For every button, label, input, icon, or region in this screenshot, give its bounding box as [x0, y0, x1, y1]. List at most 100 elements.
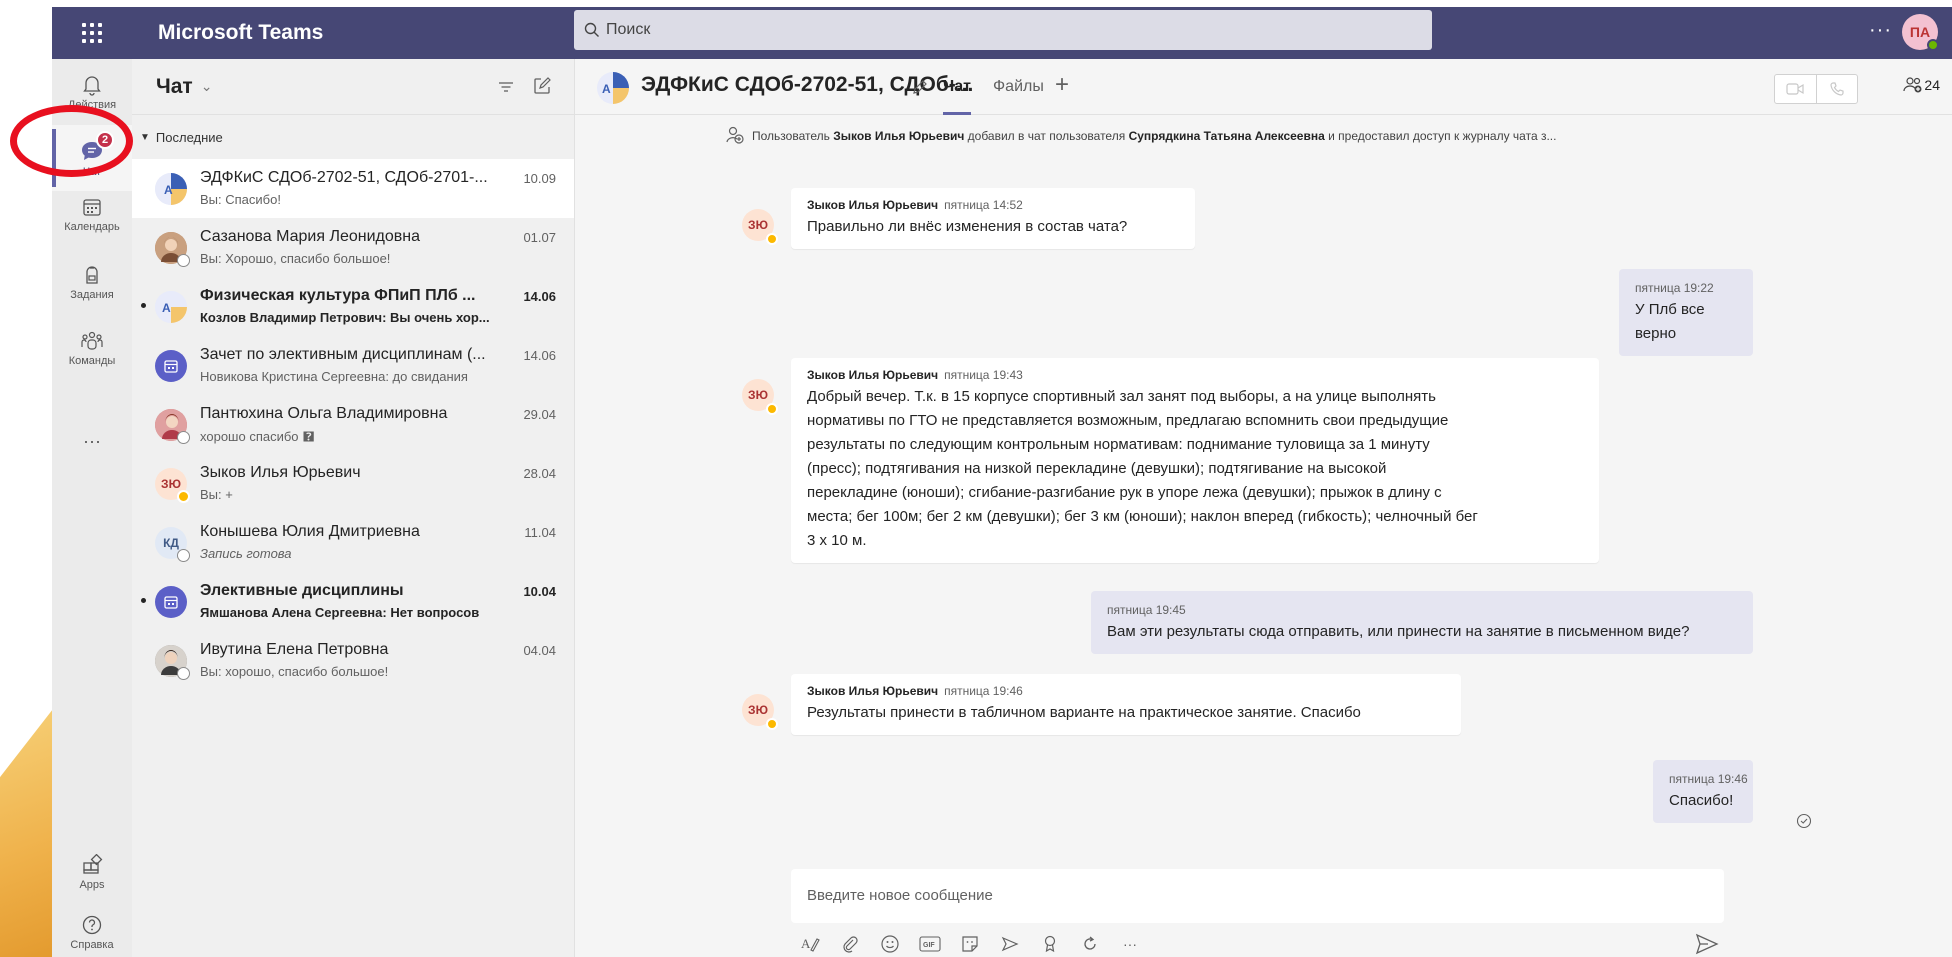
chat-preview: Козлов Владимир Петрович: Вы очень хор..…	[200, 310, 490, 325]
chat-list-item[interactable]: Пантюхина Ольга Владимировна хорошо спас…	[132, 395, 574, 454]
search-icon	[584, 22, 599, 37]
avatar[interactable]: ЗЮ	[742, 694, 778, 730]
message-bubble-outgoing[interactable]: пятница 19:45 Вам эти результаты сюда от…	[1091, 591, 1753, 654]
gif-icon: GIF	[919, 936, 941, 952]
chat-list-item[interactable]: Ивутина Елена Петровна Вы: хорошо, спаси…	[132, 631, 574, 690]
recent-section-header[interactable]: ▼ Последние	[132, 115, 574, 159]
tab-chat[interactable]: Чат	[943, 78, 971, 115]
group-avatar: A	[155, 291, 187, 323]
new-chat-icon[interactable]	[532, 76, 552, 96]
status-away-icon	[766, 233, 778, 245]
participants-button[interactable]: 24	[1902, 76, 1940, 94]
message-author: Зыков Илья Юрьевич	[807, 368, 939, 382]
sticker-button[interactable]	[957, 931, 983, 957]
rail-item-calendar[interactable]: Календарь	[52, 181, 132, 247]
status-offline-icon	[177, 431, 190, 444]
avatar-initials: ЗЮ	[748, 388, 768, 402]
message-text: Вам эти результаты сюда отправить, или п…	[1107, 623, 1690, 640]
attach-button[interactable]	[837, 931, 863, 957]
chat-list-item[interactable]: ЗЮ Зыков Илья Юрьевич Вы: + 28.04	[132, 454, 574, 513]
avatar	[155, 409, 190, 444]
avatar	[155, 232, 190, 267]
message-bubble-incoming[interactable]: Зыков Илья Юрьевич пятница 19:46 Результа…	[791, 674, 1461, 735]
meet-now-button[interactable]	[997, 931, 1023, 957]
filter-icon[interactable]	[496, 77, 516, 97]
audio-call-button[interactable]	[1817, 75, 1858, 103]
chat-list-item[interactable]: Сазанова Мария Леонидовна Вы: Хорошо, сп…	[132, 218, 574, 277]
message-text: Спасибо!	[1669, 792, 1734, 809]
message-bubble-outgoing[interactable]: пятница 19:46 Спасибо!	[1653, 760, 1753, 823]
chat-date: 10.04	[523, 584, 556, 599]
chat-list-panel: Чат ⌄ ▼ Последние A ЭДФКиС СДОб-2702-51,…	[132, 59, 575, 957]
chat-list-item[interactable]: КД Конышева Юлия Дмитриевна Запись готов…	[132, 513, 574, 572]
add-tab-button[interactable]: +	[1055, 71, 1069, 99]
chat-preview: Вы: Спасибо!	[200, 192, 281, 207]
avatar-initials: КД	[163, 536, 179, 550]
chat-preview: Вы: Хорошо, спасибо большое!	[200, 251, 391, 266]
rail-item-help[interactable]: Справка	[52, 899, 132, 957]
chat-header: A ЭДФКиС СДОб-2702-51, СДОб-... Чат Файл…	[575, 59, 1952, 115]
call-buttons	[1774, 74, 1858, 104]
user-avatar[interactable]: ПА	[1902, 14, 1939, 51]
more-options-button[interactable]: ···	[1869, 19, 1892, 42]
rail-more-apps[interactable]: ···	[52, 431, 132, 452]
app-launcher-button[interactable]	[52, 7, 132, 59]
chevron-down-icon[interactable]: ⌄	[201, 78, 213, 95]
chat-list-item[interactable]: A ЭДФКиС СДОб-2702-51, СДОб-2701-... Вы:…	[132, 159, 574, 218]
chat-list-item[interactable]: Элективные дисциплины Ямшанова Алена Сер…	[132, 572, 574, 631]
loop-button[interactable]	[1077, 931, 1103, 957]
triangle-down-icon: ▼	[140, 131, 150, 143]
chat-list-item[interactable]: Зачет по элективным дисциплинам (... Нов…	[132, 336, 574, 395]
message-author: Зыков Илья Юрьевич	[807, 198, 939, 212]
message-bubble-incoming[interactable]: Зыков Илья Юрьевич пятница 19:43 Добрый в…	[791, 358, 1599, 563]
status-offline-icon	[177, 254, 190, 267]
chat-date: 10.09	[523, 171, 556, 186]
message-line: (пресс); подтягивания на низкой переклад…	[807, 460, 1387, 477]
avatar[interactable]: ЗЮ	[742, 209, 778, 245]
rail-item-activity[interactable]: Действия	[52, 59, 132, 125]
message-bubble-outgoing[interactable]: пятница 19:22 У Плб все верно	[1619, 269, 1753, 356]
video-call-button[interactable]	[1775, 75, 1817, 103]
tab-files[interactable]: Файлы	[993, 78, 1044, 96]
pencil-icon[interactable]	[910, 77, 930, 97]
chat-list-item[interactable]: A Физическая культура ФПиП ПЛб ... Козло…	[132, 277, 574, 336]
svg-text:A: A	[164, 183, 173, 197]
message-line: 3 х 10 м.	[807, 532, 867, 549]
svg-text:GIF: GIF	[923, 942, 935, 949]
compose-toolbar: A GIF ···	[797, 931, 1143, 957]
send-icon[interactable]	[1695, 933, 1719, 955]
message-bubble-incoming[interactable]: Зыков Илья Юрьевич пятница 14:52 Правильн…	[791, 188, 1195, 249]
rail-item-assignments[interactable]: Задания	[52, 249, 132, 315]
praise-button[interactable]	[1037, 931, 1063, 957]
chat-preview: Вы: +	[200, 487, 233, 502]
gif-button[interactable]: GIF	[917, 931, 943, 957]
rail-label-activity: Действия	[67, 98, 117, 111]
chat-name: ЭДФКиС СДОб-2702-51, СДОб-2701-...	[200, 169, 488, 186]
rail-label-teams: Команды	[68, 354, 116, 367]
chat-list-title[interactable]: Чат	[156, 75, 193, 99]
top-bar: Microsoft Teams Поиск ··· ПА	[52, 7, 1952, 59]
rail-item-apps[interactable]: Apps	[52, 839, 132, 905]
emoji-icon	[881, 935, 899, 953]
emoji-button[interactable]	[877, 931, 903, 957]
video-camera-icon	[1786, 83, 1804, 95]
format-button[interactable]: A	[797, 931, 823, 957]
chat-preview: Запись готова	[200, 546, 292, 561]
chat-preview: Новикова Кристина Сергеевна: до свидания	[200, 369, 468, 384]
avatar-initials: ЗЮ	[748, 218, 768, 232]
avatar[interactable]: ЗЮ	[742, 379, 778, 415]
meet-now-icon	[1001, 936, 1019, 952]
message-compose-input[interactable]: Введите новое сообщение	[791, 869, 1724, 923]
chat-name: Физическая культура ФПиП ПЛб ...	[200, 287, 476, 304]
system-message-target: Супрядкина Татьяна Алексеевна	[1128, 129, 1325, 143]
search-input[interactable]: Поиск	[574, 10, 1432, 50]
rail-item-teams[interactable]: Команды	[52, 315, 132, 381]
meeting-avatar	[155, 350, 187, 382]
meeting-icon	[164, 360, 178, 373]
avatar	[155, 645, 190, 680]
app-rail: Действия 2 Чат Календарь Задания Команды…	[52, 59, 132, 957]
calendar-icon	[83, 198, 101, 216]
chat-date: 01.07	[523, 230, 556, 245]
status-offline-icon	[177, 549, 190, 562]
more-options-button[interactable]: ···	[1117, 931, 1143, 957]
